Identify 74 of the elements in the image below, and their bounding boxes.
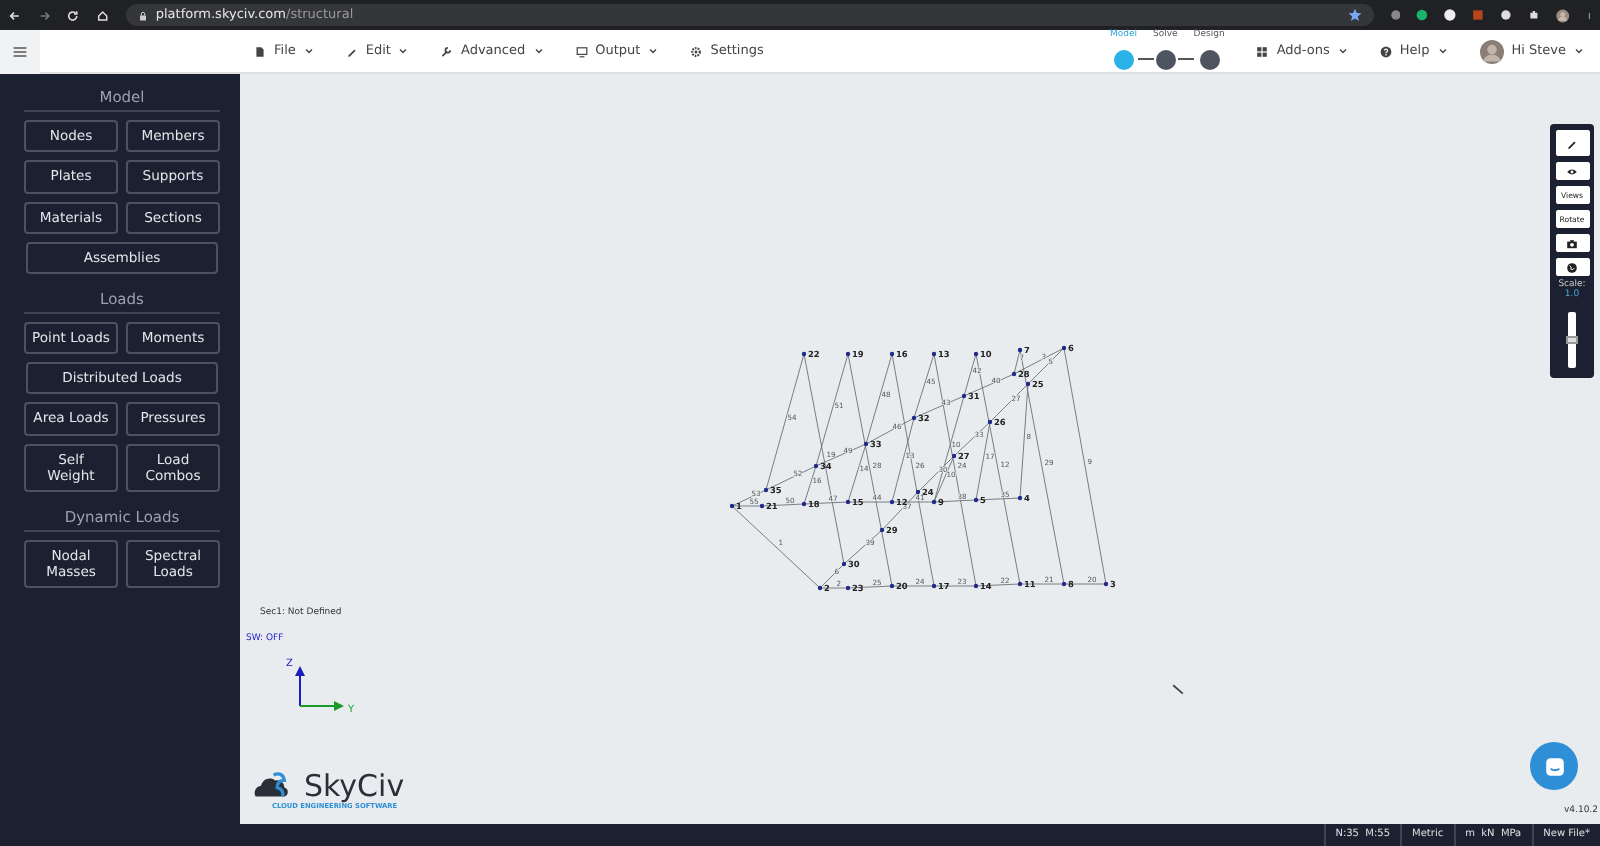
pencil-icon (345, 45, 358, 57)
settings-icon (690, 45, 703, 57)
node-marker (889, 583, 895, 589)
node-marker (1103, 581, 1109, 587)
node-marker (845, 499, 851, 505)
reload-icon[interactable] (66, 7, 81, 23)
node-marker (1011, 371, 1017, 377)
node-marker (845, 585, 851, 591)
node-marker (763, 487, 769, 493)
node-marker (879, 527, 885, 533)
node-marker (889, 351, 895, 357)
chat-bubble-icon[interactable] (1543, 755, 1565, 777)
slider-thumb[interactable] (1566, 335, 1578, 344)
node-marker (931, 351, 937, 357)
z-axis-arrow (295, 666, 305, 707)
eye-icon[interactable] (1566, 165, 1578, 177)
monitor-icon (575, 45, 588, 57)
node-marker (845, 351, 851, 357)
node-marker (801, 501, 807, 507)
node-marker (813, 463, 819, 469)
camera-icon[interactable] (1566, 237, 1578, 249)
help-icon (1379, 45, 1392, 57)
node-marker (987, 419, 993, 425)
pencil-icon[interactable] (1566, 137, 1578, 149)
star-icon[interactable] (1347, 8, 1362, 22)
node-marker (973, 583, 979, 589)
back-arrow-icon[interactable] (8, 7, 22, 23)
caret-icon (1574, 46, 1584, 56)
caret-icon (648, 46, 659, 56)
chat-button[interactable] (1530, 742, 1578, 790)
grid-icon (1256, 45, 1269, 57)
logo-text: SkyCiv (304, 772, 405, 802)
caret-icon (1437, 46, 1448, 56)
node-marker (1061, 581, 1067, 587)
caret-icon (303, 46, 314, 56)
node-marker (1025, 381, 1031, 387)
y-axis-arrow (299, 701, 344, 711)
node-marker (1017, 495, 1023, 501)
menu-icon[interactable] (12, 43, 28, 59)
puzzle-icon[interactable] (1527, 8, 1540, 22)
node-marker (951, 453, 957, 459)
scale-slider[interactable] (1568, 311, 1576, 368)
forward-arrow-icon[interactable] (37, 7, 51, 23)
lock-icon (137, 9, 148, 21)
node-marker (973, 497, 979, 503)
node-marker (973, 351, 979, 357)
node-marker (729, 503, 735, 509)
node-marker (915, 489, 921, 495)
node-marker (911, 415, 917, 421)
node-marker (889, 499, 895, 505)
node-marker (759, 503, 765, 509)
node-marker (863, 441, 869, 447)
home-icon[interactable] (96, 7, 110, 23)
node-marker (1061, 345, 1067, 351)
extension-icon[interactable] (1444, 8, 1457, 22)
file-icon (254, 45, 266, 57)
extension-icon[interactable] (1416, 8, 1429, 22)
node-marker (817, 585, 823, 591)
node-marker (841, 561, 847, 567)
node-marker (1017, 347, 1023, 353)
wrench-icon (440, 45, 453, 57)
cursor-icon (1172, 684, 1184, 696)
node-marker (1017, 581, 1023, 587)
extension-icon[interactable] (1500, 8, 1512, 22)
caret-icon (533, 46, 544, 56)
caret-icon (398, 46, 409, 56)
avatar-icon[interactable] (1555, 7, 1570, 23)
node-marker (931, 583, 937, 589)
avatar-icon (1479, 39, 1504, 63)
node-marker (961, 393, 967, 399)
caret-icon (1337, 46, 1348, 56)
node-marker (931, 499, 937, 505)
node-marker (801, 351, 807, 357)
globe-icon[interactable] (1566, 261, 1578, 273)
